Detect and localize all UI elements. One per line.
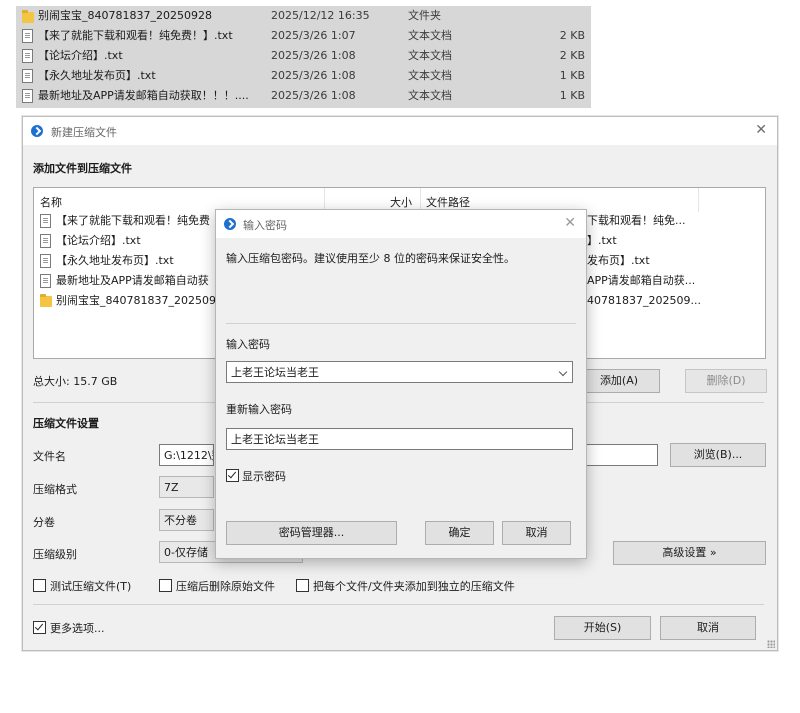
total-size-label: 总大小: 15.7 GB xyxy=(33,375,118,388)
password-manager-button[interactable]: 密码管理器... xyxy=(226,521,397,545)
close-icon[interactable]: ✕ xyxy=(755,122,767,138)
test-archive-label[interactable]: 测试压缩文件(T) xyxy=(50,578,131,594)
text-file-icon xyxy=(40,234,51,248)
advanced-settings-button[interactable]: 高级设置 » xyxy=(613,541,766,565)
more-options-label[interactable]: 更多选项... xyxy=(50,620,105,636)
password-cancel-button[interactable]: 取消 xyxy=(502,521,571,545)
text-file-icon xyxy=(22,69,33,83)
file-date: 2025/3/26 1:08 xyxy=(271,69,356,82)
listbox-item-name[interactable]: 最新地址及APP请发邮箱自动获 xyxy=(56,272,209,290)
text-file-icon xyxy=(40,274,51,288)
password-value: 上老王论坛当老王 xyxy=(231,366,319,379)
file-size: 1 KB xyxy=(559,69,585,82)
password-label: 输入密码 xyxy=(226,338,270,351)
file-name: 【论坛介绍】.txt xyxy=(38,49,123,62)
file-type: 文本文档 xyxy=(408,89,452,102)
ok-button[interactable]: 确定 xyxy=(425,521,494,545)
show-password-label[interactable]: 显示密码 xyxy=(242,468,286,484)
folder-icon xyxy=(22,10,34,23)
start-button[interactable]: 开始(S) xyxy=(554,616,651,640)
delete-after-label[interactable]: 压缩后删除原始文件 xyxy=(176,578,275,594)
divider xyxy=(226,323,576,324)
split-label: 分卷 xyxy=(33,516,55,529)
delete-button[interactable]: 删除(D) xyxy=(685,369,767,393)
text-file-icon xyxy=(22,49,33,63)
filename-input-tail[interactable] xyxy=(583,444,658,466)
close-icon[interactable]: ✕ xyxy=(564,215,576,231)
file-name: 最新地址及APP请发邮箱自动获取！！！.... xyxy=(38,89,249,102)
file-list-row[interactable]: 【论坛介绍】.txt 2025/3/26 1:08 文本文档 2 KB xyxy=(16,46,591,66)
filename-input[interactable]: G:\1212\别 xyxy=(159,444,214,466)
browse-button[interactable]: 浏览(B)... xyxy=(670,443,766,467)
password-hint: 输入压缩包密码。建议使用至少 8 位的密码来保证安全性。 xyxy=(226,252,515,265)
split-select[interactable]: 不分卷 xyxy=(159,509,214,531)
listbox-item-name[interactable]: 【永久地址发布页】.txt xyxy=(56,252,174,270)
background-file-list: 别闹宝宝_840781837_20250928 2025/12/12 16:35 文… xyxy=(16,6,591,108)
file-name: 【永久地址发布页】.txt xyxy=(38,69,156,82)
test-archive-checkbox[interactable] xyxy=(33,579,46,592)
file-size: 1 KB xyxy=(559,89,585,102)
format-select[interactable]: 7Z xyxy=(159,476,214,498)
add-button[interactable]: 添加(A) xyxy=(578,369,660,393)
dialog-titlebar: 新建压缩文件 ✕ xyxy=(23,117,777,145)
format-label: 压缩格式 xyxy=(33,483,77,496)
app-icon xyxy=(31,125,43,137)
file-type: 文本文档 xyxy=(408,49,452,62)
file-type: 文本文档 xyxy=(408,29,452,42)
column-header-path[interactable]: 文件路径 xyxy=(426,194,470,210)
file-size: 2 KB xyxy=(559,29,585,42)
password-input[interactable]: 上老王论坛当老王 xyxy=(226,361,573,383)
folder-icon xyxy=(40,294,52,307)
level-label: 压缩级别 xyxy=(33,548,77,561)
file-list-row[interactable]: 别闹宝宝_840781837_20250928 2025/12/12 16:35 文… xyxy=(16,6,591,26)
text-file-icon xyxy=(40,214,51,228)
file-list-row[interactable]: 最新地址及APP请发邮箱自动获取！！！.... 2025/3/26 1:08 文本文… xyxy=(16,86,591,106)
separate-archives-label[interactable]: 把每个文件/文件夹添加到独立的压缩文件 xyxy=(313,578,515,594)
file-type: 文件夹 xyxy=(408,9,441,22)
file-type: 文本文档 xyxy=(408,69,452,82)
more-options-checkbox[interactable] xyxy=(33,621,46,634)
dialog-title: 新建压缩文件 xyxy=(51,126,117,139)
file-date: 2025/12/12 16:35 xyxy=(271,9,370,22)
listbox-item-path[interactable]: APP请发邮箱自动获... xyxy=(587,272,695,290)
listbox-item-name[interactable]: 【来了就能下载和观看！纯免费 xyxy=(56,212,210,230)
file-list-row[interactable]: 【来了就能下载和观看！纯免费！】.txt 2025/3/26 1:07 文本文档 2 … xyxy=(16,26,591,46)
file-name: 别闹宝宝_840781837_20250928 xyxy=(38,9,212,22)
separate-archives-checkbox[interactable] xyxy=(296,579,309,592)
file-name: 【来了就能下载和观看！纯免费！】.txt xyxy=(38,29,233,42)
file-date: 2025/3/26 1:08 xyxy=(271,89,356,102)
column-header-name[interactable]: 名称 xyxy=(40,194,62,210)
show-password-checkbox[interactable] xyxy=(226,469,239,482)
password-dialog-title: 输入密码 xyxy=(243,219,287,232)
resize-grip[interactable] xyxy=(767,640,775,648)
app-icon xyxy=(224,218,236,230)
listbox-item-path[interactable]: 40781837_202509... xyxy=(587,292,701,310)
repeat-password-label: 重新输入密码 xyxy=(226,403,292,416)
password-dialog-titlebar: 输入密码 ✕ xyxy=(216,210,586,238)
password-dialog: 输入密码 ✕ 输入压缩包密码。建议使用至少 8 位的密码来保证安全性。 输入密码… xyxy=(215,209,587,559)
add-files-section-title: 添加文件到压缩文件 xyxy=(33,162,132,175)
divider xyxy=(33,604,764,605)
text-file-icon xyxy=(22,89,33,103)
listbox-item-name[interactable]: 【论坛介绍】.txt xyxy=(56,232,141,250)
text-file-icon xyxy=(40,254,51,268)
column-divider[interactable] xyxy=(698,188,699,212)
listbox-item-path[interactable]: 发布页】.txt xyxy=(587,252,650,270)
file-date: 2025/3/26 1:08 xyxy=(271,49,356,62)
repeat-password-input[interactable]: 上老王论坛当老王 xyxy=(226,428,573,450)
text-file-icon xyxy=(22,29,33,43)
file-list-row[interactable]: 【永久地址发布页】.txt 2025/3/26 1:08 文本文档 1 KB xyxy=(16,66,591,86)
filename-label: 文件名 xyxy=(33,450,66,463)
delete-after-checkbox[interactable] xyxy=(159,579,172,592)
listbox-item-path[interactable]: 】.txt xyxy=(587,232,617,250)
column-header-size[interactable]: 大小 xyxy=(390,194,412,210)
hint-area: 输入压缩包密码。建议使用至少 8 位的密码来保证安全性。 xyxy=(216,238,586,323)
chevron-down-icon[interactable] xyxy=(558,367,568,377)
listbox-item-path[interactable]: 下载和观看！纯免... xyxy=(587,212,686,230)
file-size: 2 KB xyxy=(559,49,585,62)
archive-settings-title: 压缩文件设置 xyxy=(33,417,99,430)
listbox-item-name[interactable]: 别闹宝宝_840781837_2025092 xyxy=(56,292,223,310)
main-cancel-button[interactable]: 取消 xyxy=(660,616,756,640)
file-date: 2025/3/26 1:07 xyxy=(271,29,356,42)
